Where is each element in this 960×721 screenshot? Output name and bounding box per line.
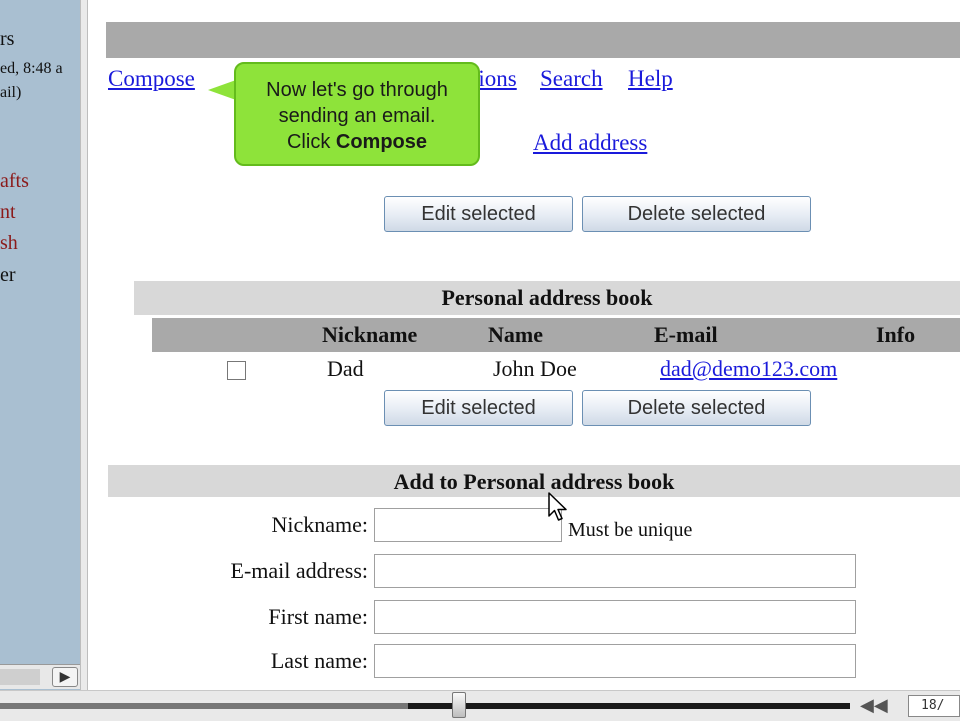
tooltip-compose-keyword: Compose: [335, 131, 427, 153]
nav-search-link[interactable]: Search: [540, 66, 603, 92]
playback-slider-thumb[interactable]: [452, 692, 466, 718]
nav-compose-link[interactable]: Compose: [108, 66, 195, 92]
add-address-link[interactable]: Add address: [533, 130, 647, 156]
scroll-right-icon[interactable]: ▶: [52, 667, 78, 687]
tooltip-line-1: Now let's go through: [266, 79, 448, 101]
first-name-label: First name:: [268, 604, 368, 629]
scrollbar-track[interactable]: [0, 669, 40, 685]
tooltip-line-2: sending an email.: [278, 105, 436, 127]
mouse-cursor-icon: [548, 492, 567, 521]
edit-selected-button-top[interactable]: Edit selected: [384, 196, 573, 232]
playback-timeline[interactable]: [0, 703, 850, 709]
folder-pane-note: ail): [0, 84, 22, 101]
playback-progress: [0, 703, 408, 709]
row-select-checkbox[interactable]: [227, 361, 246, 380]
nickname-hint: Must be unique: [568, 519, 693, 541]
tooltip-line-3: Click Compose: [236, 129, 478, 155]
nickname-label: Nickname:: [271, 512, 368, 537]
delete-selected-button-top[interactable]: Delete selected: [582, 196, 811, 232]
row-email-link[interactable]: dad@demo123.com: [660, 356, 837, 381]
add-address-section-title: Add to Personal address book: [108, 465, 960, 497]
folder-drafts[interactable]: afts: [0, 170, 29, 193]
row-nickname: Dad: [327, 356, 364, 381]
column-email[interactable]: E-mail: [654, 318, 718, 352]
folder-pane-title: rs: [0, 28, 15, 50]
edit-selected-button[interactable]: Edit selected: [384, 390, 573, 426]
page-header-bar: [106, 22, 960, 58]
first-name-input[interactable]: [374, 600, 856, 634]
tutorial-tooltip: Now let's go through sending an email. C…: [234, 62, 480, 166]
email-address-label: E-mail address:: [230, 558, 368, 583]
email-address-input[interactable]: [374, 554, 856, 588]
slide-counter: 18/: [908, 695, 960, 717]
folder-other[interactable]: er: [0, 264, 16, 287]
column-info[interactable]: Info: [876, 318, 915, 352]
folder-pane: rs ed, 8:48 a ail) afts nt sh er ▶: [0, 0, 80, 690]
folder-sent[interactable]: nt: [0, 201, 16, 224]
row-name: John Doe: [493, 356, 577, 381]
address-book-title: Personal address book: [134, 281, 960, 315]
address-table-header: Nickname Name E-mail Info: [152, 318, 960, 352]
pane-splitter[interactable]: [80, 0, 88, 690]
folder-pane-scrollbar[interactable]: ▶: [0, 664, 80, 689]
column-name[interactable]: Name: [488, 318, 543, 352]
tooltip-pointer: [208, 80, 236, 100]
video-player-bar: ◀◀ 18/: [0, 690, 960, 721]
folder-pane-timestamp: ed, 8:48 a: [0, 60, 63, 77]
nav-help-link[interactable]: Help: [628, 66, 673, 92]
last-name-input[interactable]: [374, 644, 856, 678]
column-nickname[interactable]: Nickname: [322, 318, 417, 352]
delete-selected-button[interactable]: Delete selected: [582, 390, 811, 426]
tooltip-line-3-prefix: Click: [286, 131, 336, 153]
folder-trash[interactable]: sh: [0, 232, 18, 255]
rewind-icon[interactable]: ◀◀: [860, 695, 888, 716]
nickname-input[interactable]: [374, 508, 562, 542]
last-name-label: Last name:: [270, 648, 368, 673]
